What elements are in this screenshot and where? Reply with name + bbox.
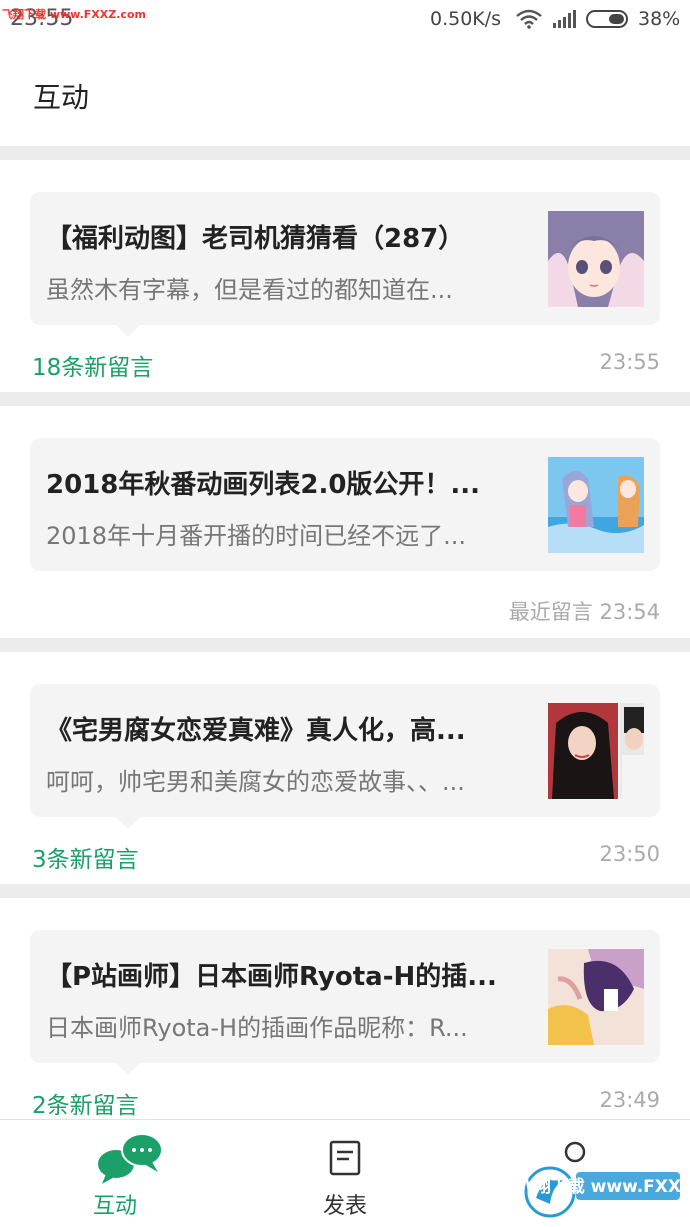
watermark-logo-text: 飞翔下载 www.FXXZ.com — [524, 1176, 684, 1197]
article-thumbnail — [548, 703, 644, 799]
header: 互动 — [0, 42, 690, 146]
new-comment-count[interactable]: 2条新留言 — [32, 1086, 139, 1120]
comment-time: 最近留言 23:54 — [509, 596, 660, 626]
article-bubble[interactable]: 2018年秋番动画列表2.0版公开！... 2018年十月番开播的时间已经不远了… — [30, 438, 660, 571]
message-card[interactable]: 《宅男腐女恋爱真难》真人化，高... 呵呵，帅宅男和美腐女的恋爱故事、、... … — [0, 652, 690, 884]
article-title: 【P站画师】日本画师Ryota-H的插... — [46, 962, 497, 992]
tab-publish[interactable]: 发表 — [230, 1120, 460, 1227]
battery-percent: 38% — [638, 8, 681, 30]
article-desc: 2018年十月番开播的时间已经不远了... — [46, 522, 466, 550]
tab-interaction[interactable]: 互动 — [0, 1120, 230, 1227]
article-title: 《宅男腐女恋爱真难》真人化，高... — [46, 716, 466, 746]
bubble-tail — [116, 817, 140, 829]
comment-time: 23:50 — [599, 842, 660, 866]
comment-time-value: 23:54 — [599, 600, 660, 624]
document-icon — [329, 1140, 361, 1176]
article-thumbnail — [548, 457, 644, 553]
message-card[interactable]: 【P站画师】日本画师Ryota-H的插... 日本画师Ryota-H的插画作品昵… — [0, 898, 690, 1119]
comment-time: 23:49 — [599, 1088, 660, 1112]
chat-bubbles-icon — [98, 1133, 163, 1184]
watermark-text: 飞翔下载 www.FXXZ.com — [2, 8, 146, 21]
bubble-tail — [116, 325, 140, 337]
tab-label: 互动 — [92, 1194, 137, 1219]
message-card[interactable]: 【福利动图】老司机猜猜看（287） 虽然木有字幕，但是看过的都知道在... 18… — [0, 160, 690, 392]
article-title: 2018年秋番动画列表2.0版公开！... — [46, 470, 481, 500]
article-desc: 虽然木有字幕，但是看过的都知道在... — [46, 276, 453, 304]
separator — [0, 638, 690, 652]
signal-icon — [553, 10, 576, 28]
article-thumbnail — [548, 211, 644, 307]
new-comment-count[interactable]: 18条新留言 — [32, 348, 153, 382]
article-desc: 呵呵，帅宅男和美腐女的恋爱故事、、... — [46, 768, 465, 796]
article-bubble[interactable]: 【P站画师】日本画师Ryota-H的插... 日本画师Ryota-H的插画作品昵… — [30, 930, 660, 1075]
status-bar: 23:55 飞翔下载 www.FXXZ.com 0.50K/s 38% — [0, 0, 690, 42]
separator — [0, 884, 690, 898]
comment-time: 23:55 — [599, 350, 660, 374]
bubble-tail — [116, 1063, 140, 1075]
network-speed: 0.50K/s — [430, 8, 502, 30]
wifi-icon — [516, 9, 542, 29]
article-title: 【福利动图】老司机猜猜看（287） — [46, 224, 465, 254]
watermark-logo: 飞翔下载 www.FXXZ.com — [524, 1166, 684, 1218]
battery-icon — [586, 10, 628, 28]
article-thumbnail — [548, 949, 644, 1045]
recent-comment-label: 最近留言 — [508, 600, 593, 624]
separator — [0, 392, 690, 406]
article-desc: 日本画师Ryota-H的插画作品昵称：R... — [46, 1014, 468, 1042]
tab-label: 发表 — [322, 1194, 367, 1219]
page-title: 互动 — [33, 81, 90, 114]
new-comment-count[interactable]: 3条新留言 — [32, 840, 139, 874]
article-bubble[interactable]: 【福利动图】老司机猜猜看（287） 虽然木有字幕，但是看过的都知道在... — [30, 192, 660, 337]
separator — [0, 146, 690, 160]
article-bubble[interactable]: 《宅男腐女恋爱真难》真人化，高... 呵呵，帅宅男和美腐女的恋爱故事、、... — [30, 684, 660, 829]
message-card[interactable]: 2018年秋番动画列表2.0版公开！... 2018年十月番开播的时间已经不远了… — [0, 406, 690, 638]
